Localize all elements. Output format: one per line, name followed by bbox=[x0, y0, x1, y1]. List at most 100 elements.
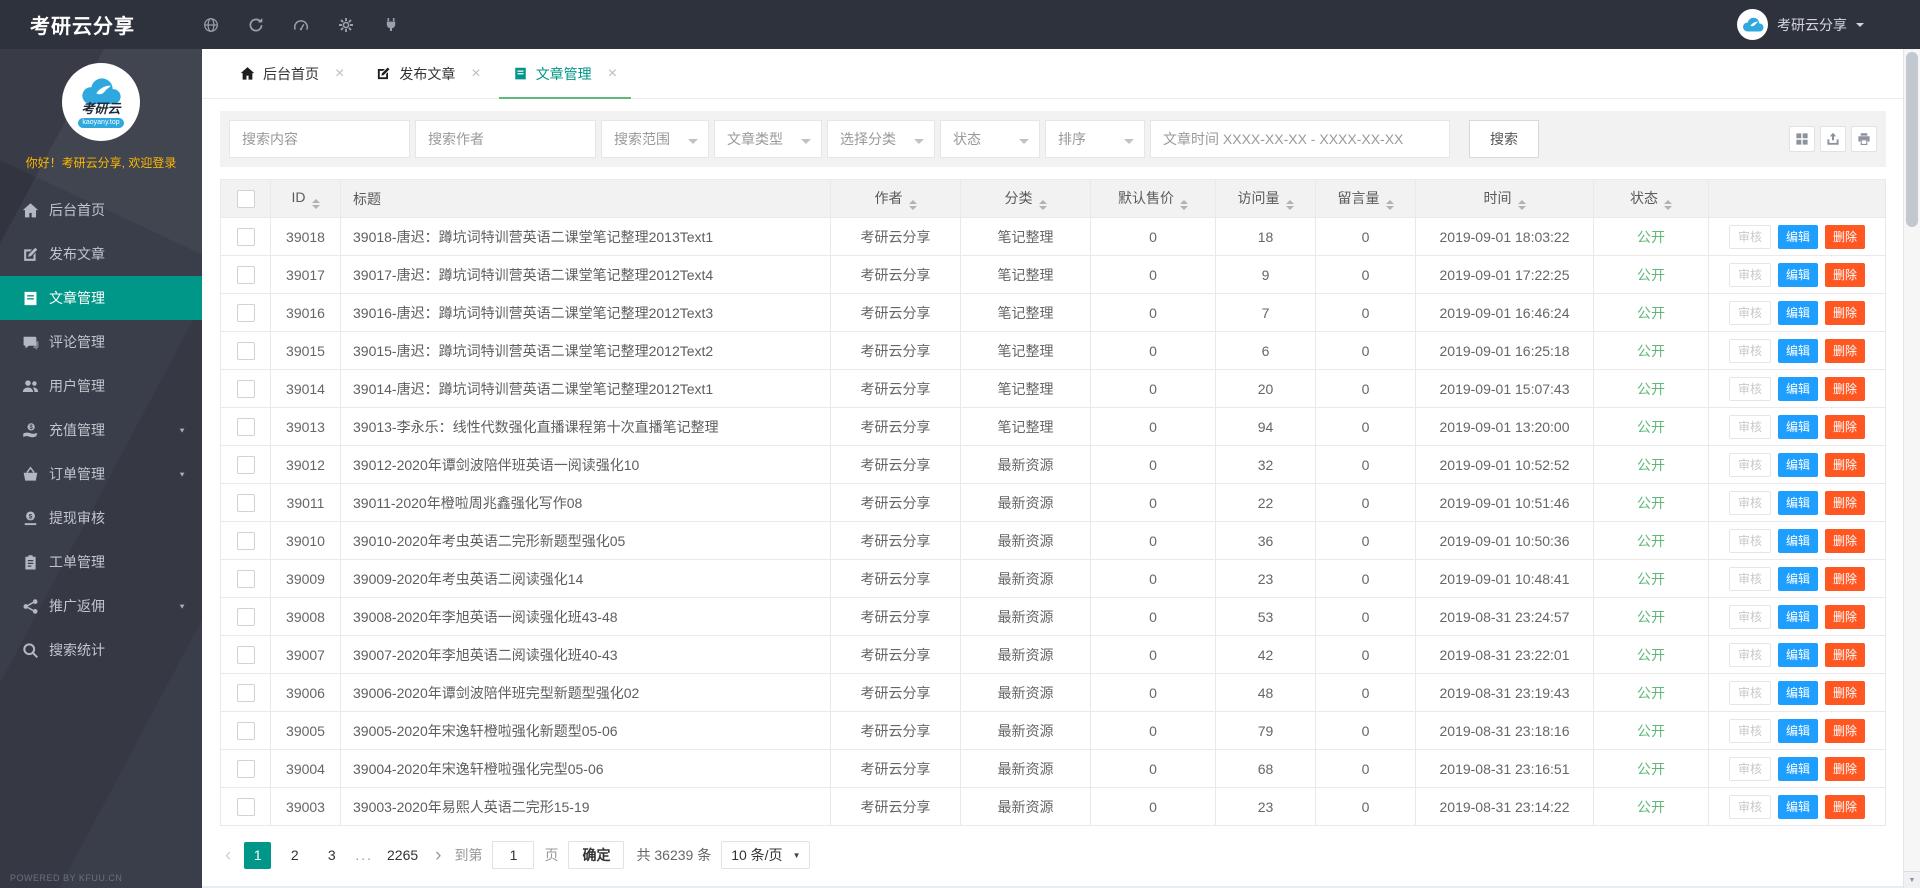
row-checkbox[interactable] bbox=[236, 417, 255, 436]
sidebar-item-withdraw[interactable]: $ 提现审核 bbox=[0, 496, 202, 540]
select-all-checkbox[interactable] bbox=[236, 189, 255, 208]
page-3[interactable]: 3 bbox=[318, 842, 345, 869]
sort-icon[interactable] bbox=[1285, 199, 1294, 210]
globe-icon[interactable] bbox=[203, 17, 219, 33]
row-checkbox[interactable] bbox=[236, 683, 255, 702]
gauge-icon[interactable] bbox=[293, 17, 309, 33]
delete-button[interactable]: 删除 bbox=[1825, 262, 1866, 287]
print-button[interactable] bbox=[1851, 126, 1877, 152]
row-checkbox[interactable] bbox=[236, 797, 255, 816]
sort-icon[interactable] bbox=[311, 198, 320, 209]
edit-button[interactable]: 编辑 bbox=[1777, 794, 1818, 819]
row-checkbox[interactable] bbox=[236, 227, 255, 246]
page-1[interactable]: 1 bbox=[244, 841, 272, 869]
delete-button[interactable]: 删除 bbox=[1825, 566, 1866, 591]
edit-button[interactable]: 编辑 bbox=[1777, 490, 1818, 515]
page-prev[interactable]: ‹ bbox=[222, 846, 234, 865]
audit-button[interactable]: 审核 bbox=[1728, 414, 1771, 439]
delete-button[interactable]: 删除 bbox=[1825, 528, 1866, 553]
sidebar-item-work-order[interactable]: 工单管理 bbox=[0, 540, 202, 584]
delete-button[interactable]: 删除 bbox=[1825, 300, 1866, 325]
audit-button[interactable]: 审核 bbox=[1728, 224, 1771, 249]
edit-button[interactable]: 编辑 bbox=[1777, 224, 1818, 249]
sidebar-item-orders[interactable]: 订单管理 ▼ bbox=[0, 452, 202, 496]
columns-grid-button[interactable] bbox=[1789, 126, 1815, 152]
edit-button[interactable]: 编辑 bbox=[1777, 300, 1818, 325]
sort-icon[interactable] bbox=[1180, 199, 1188, 210]
edit-button[interactable]: 编辑 bbox=[1777, 604, 1818, 629]
tab-edit[interactable]: 发布文章 × bbox=[360, 49, 496, 98]
row-checkbox[interactable] bbox=[236, 721, 255, 740]
filter-select-status[interactable]: 状态 bbox=[940, 120, 1040, 158]
refresh-icon[interactable] bbox=[248, 17, 264, 33]
audit-button[interactable]: 审核 bbox=[1728, 376, 1771, 401]
export-button[interactable] bbox=[1820, 126, 1846, 152]
search-content-input[interactable] bbox=[229, 120, 410, 158]
edit-button[interactable]: 编辑 bbox=[1777, 566, 1818, 591]
edit-button[interactable]: 编辑 bbox=[1777, 262, 1818, 287]
delete-button[interactable]: 删除 bbox=[1825, 224, 1866, 249]
audit-button[interactable]: 审核 bbox=[1728, 338, 1771, 363]
sidebar-item-edit[interactable]: 发布文章 bbox=[0, 232, 202, 276]
plug-icon[interactable] bbox=[383, 17, 399, 33]
audit-button[interactable]: 审核 bbox=[1728, 642, 1771, 667]
confirm-button[interactable]: 确定 bbox=[568, 841, 625, 869]
row-checkbox[interactable] bbox=[236, 455, 255, 474]
filter-select-scope[interactable]: 搜索范围 bbox=[601, 120, 709, 158]
edit-button[interactable]: 编辑 bbox=[1777, 680, 1818, 705]
delete-button[interactable]: 删除 bbox=[1825, 604, 1866, 629]
edit-button[interactable]: 编辑 bbox=[1777, 338, 1818, 363]
audit-button[interactable]: 审核 bbox=[1728, 680, 1771, 705]
row-checkbox[interactable] bbox=[236, 531, 255, 550]
audit-button[interactable]: 审核 bbox=[1728, 528, 1771, 553]
edit-button[interactable]: 编辑 bbox=[1777, 452, 1818, 477]
audit-button[interactable]: 审核 bbox=[1728, 452, 1771, 477]
close-icon[interactable]: × bbox=[471, 65, 480, 82]
sort-icon[interactable] bbox=[908, 199, 917, 210]
row-checkbox[interactable] bbox=[236, 569, 255, 588]
user-menu[interactable]: 考研云分享 bbox=[1737, 9, 1864, 40]
delete-button[interactable]: 删除 bbox=[1825, 794, 1866, 819]
audit-button[interactable]: 审核 bbox=[1728, 604, 1771, 629]
sort-icon[interactable] bbox=[1517, 199, 1526, 210]
sort-icon[interactable] bbox=[1664, 199, 1672, 210]
delete-button[interactable]: 删除 bbox=[1825, 680, 1866, 705]
tab-home[interactable]: 后台首页 × bbox=[224, 49, 360, 98]
delete-button[interactable]: 删除 bbox=[1825, 414, 1866, 439]
page-2[interactable]: 2 bbox=[281, 842, 308, 869]
edit-button[interactable]: 编辑 bbox=[1777, 718, 1818, 743]
gear-icon[interactable] bbox=[338, 17, 354, 33]
edit-button[interactable]: 编辑 bbox=[1777, 642, 1818, 667]
delete-button[interactable]: 删除 bbox=[1825, 338, 1866, 363]
sidebar-item-users[interactable]: 用户管理 bbox=[0, 364, 202, 408]
row-checkbox[interactable] bbox=[236, 759, 255, 778]
row-checkbox[interactable] bbox=[236, 341, 255, 360]
edit-button[interactable]: 编辑 bbox=[1777, 376, 1818, 401]
search-author-input[interactable] bbox=[415, 120, 596, 158]
delete-button[interactable]: 删除 bbox=[1825, 490, 1866, 515]
delete-button[interactable]: 删除 bbox=[1825, 376, 1866, 401]
delete-button[interactable]: 删除 bbox=[1825, 642, 1866, 667]
filter-select-category[interactable]: 选择分类 bbox=[827, 120, 935, 158]
row-checkbox[interactable] bbox=[236, 493, 255, 512]
sidebar-item-promotion[interactable]: 推广返佣 ▼ bbox=[0, 584, 202, 628]
goto-page-input[interactable] bbox=[492, 841, 535, 869]
sort-icon[interactable] bbox=[1385, 199, 1394, 210]
close-icon[interactable]: × bbox=[608, 65, 617, 82]
audit-button[interactable]: 审核 bbox=[1728, 566, 1771, 591]
sidebar-item-search[interactable]: 搜索统计 bbox=[0, 628, 202, 672]
close-icon[interactable]: × bbox=[335, 65, 344, 82]
scrollbar[interactable]: ▼ bbox=[1903, 49, 1920, 888]
audit-button[interactable]: 审核 bbox=[1728, 490, 1771, 515]
row-checkbox[interactable] bbox=[236, 303, 255, 322]
scrollbar-thumb[interactable] bbox=[1906, 52, 1918, 227]
search-button[interactable]: 搜索 bbox=[1469, 120, 1539, 158]
audit-button[interactable]: 审核 bbox=[1728, 756, 1771, 781]
row-checkbox[interactable] bbox=[236, 607, 255, 626]
audit-button[interactable]: 审核 bbox=[1728, 794, 1771, 819]
audit-button[interactable]: 审核 bbox=[1728, 262, 1771, 287]
page-2265[interactable]: 2265 bbox=[383, 842, 422, 869]
filter-select-sort[interactable]: 排序 bbox=[1045, 120, 1145, 158]
sidebar-item-book[interactable]: 文章管理 bbox=[0, 276, 202, 320]
audit-button[interactable]: 审核 bbox=[1728, 718, 1771, 743]
